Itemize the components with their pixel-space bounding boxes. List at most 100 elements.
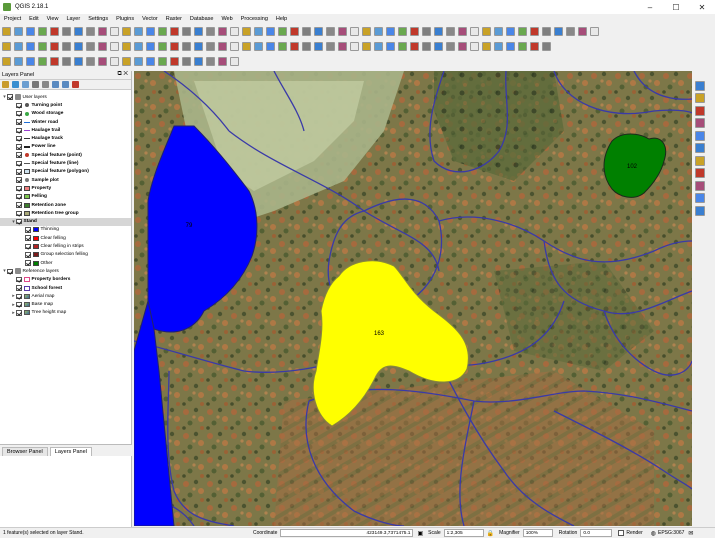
layer-row[interactable]: Clear felling — [0, 234, 131, 242]
paste-icon[interactable] — [97, 42, 107, 51]
undo-icon[interactable] — [109, 42, 119, 51]
delete-selected-icon[interactable] — [397, 42, 407, 51]
menu-project[interactable]: Project — [0, 16, 25, 22]
layer-row[interactable]: Wood storage — [0, 110, 131, 118]
layer-visibility-checkbox[interactable] — [16, 202, 22, 208]
gps-icon[interactable] — [49, 57, 59, 66]
map-tips-icon[interactable] — [277, 27, 287, 36]
render-checkbox[interactable] — [618, 530, 625, 536]
layer-visibility-checkbox[interactable] — [16, 127, 22, 134]
zoom-next-icon[interactable] — [481, 27, 491, 36]
field-calculator-icon[interactable] — [241, 27, 251, 36]
tab-browser-panel[interactable]: Browser Panel — [2, 447, 48, 456]
select-feature-icon[interactable] — [517, 27, 527, 36]
zoom-out-icon[interactable] — [109, 27, 119, 36]
grass-icon[interactable] — [13, 57, 23, 66]
layer-visibility-checkbox[interactable] — [7, 94, 13, 100]
map-canvas[interactable]: 79 163 102 — [134, 71, 692, 526]
magnifier-field[interactable]: 100% — [522, 529, 553, 537]
menu-settings[interactable]: Settings — [84, 16, 112, 22]
layer-visibility-checkbox[interactable] — [16, 210, 22, 217]
show-hide-labels-icon[interactable] — [157, 42, 167, 51]
digitize-icon[interactable] — [541, 42, 551, 51]
layer-row[interactable]: Retention tree group — [0, 209, 131, 217]
identify-icon[interactable] — [193, 27, 203, 36]
move-feature-icon[interactable] — [37, 42, 47, 51]
layer-row[interactable]: Winter road — [0, 118, 131, 126]
pan-icon[interactable] — [385, 27, 395, 36]
move-label-icon[interactable] — [505, 42, 515, 51]
change-label-icon[interactable] — [529, 42, 539, 51]
roadgraph-icon[interactable] — [109, 57, 119, 66]
annotation-icon[interactable] — [289, 27, 299, 36]
change-label-icon[interactable] — [193, 42, 203, 51]
layer-visibility-checkbox[interactable] — [25, 260, 31, 266]
composer-manager-icon[interactable] — [373, 27, 383, 36]
collapse-all-icon[interactable] — [62, 81, 69, 88]
manage-visibility-icon[interactable] — [22, 81, 29, 88]
layer-row[interactable]: Special feature (line) — [0, 159, 131, 167]
layer-row[interactable]: ▾ User layers — [0, 93, 131, 101]
messages-icon[interactable]: ✉ — [688, 530, 693, 537]
map-tips-icon[interactable] — [589, 27, 599, 36]
menu-help[interactable]: Help — [272, 16, 291, 22]
save-edits-icon[interactable] — [13, 42, 23, 51]
save-as-icon[interactable] — [37, 27, 47, 36]
menu-layer[interactable]: Layer — [62, 16, 84, 22]
close-button[interactable]: ✕ — [689, 0, 715, 14]
refresh-icon[interactable] — [493, 27, 503, 36]
label-icon[interactable] — [469, 42, 479, 51]
layer-row[interactable]: Felling — [0, 193, 131, 201]
split-icon[interactable] — [289, 42, 299, 51]
save-project-icon[interactable] — [337, 27, 347, 36]
print-composer-icon[interactable] — [49, 27, 59, 36]
layer-visibility-checkbox[interactable] — [16, 169, 22, 175]
zoom-layer-icon[interactable] — [445, 27, 455, 36]
processing-icon[interactable] — [25, 57, 35, 66]
save-project-icon[interactable] — [25, 27, 35, 36]
measure-icon[interactable] — [265, 27, 275, 36]
maximize-button[interactable]: ☐ — [663, 0, 689, 14]
layer-visibility-checkbox[interactable] — [7, 268, 13, 275]
digitizing-tool-icon[interactable] — [695, 118, 705, 128]
georeferencer-icon[interactable] — [181, 57, 191, 66]
zoom-in-icon[interactable] — [97, 27, 107, 36]
simplify-icon[interactable] — [325, 42, 335, 51]
digitizing-tool-icon[interactable] — [695, 155, 705, 166]
add-feature-icon[interactable] — [361, 42, 371, 51]
zoom-selection-icon[interactable] — [457, 27, 467, 36]
filter-legend-icon[interactable] — [32, 81, 39, 88]
zoom-out-icon[interactable] — [421, 27, 431, 36]
show-hide-labels-icon[interactable] — [493, 42, 503, 51]
open-project-icon[interactable] — [325, 27, 335, 36]
field-calculator-icon[interactable] — [553, 27, 563, 36]
digitizing-tool-icon[interactable] — [695, 205, 705, 216]
cut-icon[interactable] — [409, 42, 419, 51]
style-manager-icon[interactable] — [2, 81, 9, 88]
zoom-layer-icon[interactable] — [133, 27, 143, 36]
gps-icon[interactable] — [169, 57, 179, 66]
layer-row[interactable]: Turning point — [0, 101, 131, 109]
expand-all-icon[interactable] — [52, 81, 59, 88]
layer-visibility-checkbox[interactable] — [16, 152, 22, 158]
zoom-next-icon[interactable] — [169, 27, 179, 36]
save-edits-icon[interactable] — [349, 42, 359, 51]
menu-vector[interactable]: Vector — [138, 16, 162, 22]
layer-row[interactable]: Property — [0, 184, 131, 192]
move-feature-icon[interactable] — [373, 42, 383, 51]
layer-row[interactable]: Power line — [0, 143, 131, 151]
composer-manager-icon[interactable] — [61, 27, 71, 36]
move-label-icon[interactable] — [169, 42, 179, 51]
layer-visibility-checkbox[interactable] — [25, 227, 31, 233]
rotate-icon[interactable] — [313, 42, 323, 51]
help-icon[interactable] — [301, 27, 311, 36]
layer-visibility-checkbox[interactable] — [16, 177, 22, 183]
crs-label[interactable]: EPSG:3067 — [658, 530, 684, 536]
extents-toggle-icon[interactable]: ▣ — [417, 530, 423, 537]
deselect-icon[interactable] — [529, 27, 539, 36]
plugin-icon[interactable] — [157, 57, 167, 66]
new-project-icon[interactable] — [1, 27, 11, 36]
coordinate-capture-icon[interactable] — [85, 57, 95, 66]
merge-icon[interactable] — [301, 42, 311, 51]
zoom-selection-icon[interactable] — [145, 27, 155, 36]
